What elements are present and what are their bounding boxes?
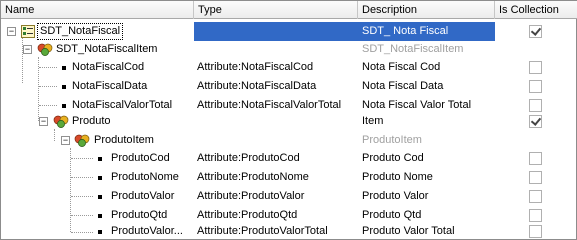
tree-row[interactable]: ProdutoCod Attribute:ProdutoCod Produto … bbox=[1, 149, 576, 168]
collapse-minus-icon[interactable]: − bbox=[7, 27, 16, 36]
group-level-icon bbox=[53, 115, 69, 128]
row-name: Produto bbox=[72, 115, 111, 127]
is-collection-checkbox[interactable] bbox=[529, 115, 542, 128]
row-description: ProdutoItem bbox=[362, 134, 422, 146]
row-type: Attribute:ProdutoValorTotal bbox=[197, 225, 328, 237]
row-description: Produto Cod bbox=[362, 152, 424, 164]
row-description: Produto Nome bbox=[362, 171, 433, 183]
is-collection-checkbox[interactable] bbox=[529, 190, 542, 203]
column-header: Name Type Description Is Collection bbox=[1, 1, 577, 19]
row-name: NotaFiscalData bbox=[72, 80, 148, 92]
row-description: SDT_NotaFiscalItem bbox=[362, 43, 464, 55]
collapse-minus-icon[interactable]: − bbox=[39, 117, 48, 126]
row-name: SDT_NotaFiscalItem bbox=[56, 43, 158, 55]
group-level-icon bbox=[37, 43, 53, 56]
bullet-icon bbox=[62, 104, 66, 108]
row-name: SDT_NotaFiscal bbox=[36, 23, 124, 40]
tree-row[interactable]: − SDT_NotaFiscal SDT_ Nota Fiscal bbox=[1, 22, 576, 41]
column-header-type[interactable]: Type bbox=[194, 1, 358, 19]
collapse-minus-icon[interactable]: − bbox=[23, 45, 32, 54]
row-name: NotaFiscalCod bbox=[72, 61, 145, 73]
row-description: Nota Fiscal Data bbox=[362, 80, 444, 92]
row-type: Attribute:ProdutoNome bbox=[197, 171, 309, 183]
row-name: ProdutoItem bbox=[94, 134, 154, 146]
is-collection-checkbox[interactable] bbox=[529, 61, 542, 74]
sdt-structure-icon bbox=[21, 25, 35, 38]
bullet-icon bbox=[98, 157, 102, 161]
bullet-icon bbox=[62, 66, 66, 70]
column-header-is-collection[interactable]: Is Collection bbox=[495, 1, 577, 19]
row-type: Attribute:ProdutoCod bbox=[197, 152, 300, 164]
bullet-icon bbox=[98, 195, 102, 199]
is-collection-checkbox[interactable] bbox=[529, 225, 542, 238]
row-name: ProdutoValor bbox=[111, 190, 175, 202]
is-collection-checkbox[interactable] bbox=[529, 152, 542, 165]
sdt-structure-grid[interactable]: Name Type Description Is Collection − SD… bbox=[0, 0, 577, 240]
tree-row[interactable]: − ProdutoItem ProdutoItem bbox=[1, 131, 576, 150]
bullet-icon bbox=[98, 176, 102, 180]
row-type bbox=[197, 112, 357, 131]
column-header-name[interactable]: Name bbox=[1, 1, 194, 19]
tree-row[interactable]: NotaFiscalCod Attribute:NotaFiscalCod No… bbox=[1, 58, 576, 77]
row-name: ProdutoValor... bbox=[111, 225, 183, 237]
row-type bbox=[197, 131, 357, 150]
row-description: Produto Valor Total bbox=[362, 225, 455, 237]
row-type bbox=[197, 22, 357, 41]
tree-row[interactable]: ProdutoValor Attribute:ProdutoValor Prod… bbox=[1, 187, 576, 206]
row-name: ProdutoNome bbox=[111, 171, 179, 183]
row-type: Attribute:NotaFiscalData bbox=[197, 80, 317, 92]
is-collection-checkbox[interactable] bbox=[529, 99, 542, 112]
tree-row[interactable]: NotaFiscalData Attribute:NotaFiscalData … bbox=[1, 77, 576, 96]
row-type bbox=[197, 40, 357, 59]
row-description: Produto Valor bbox=[362, 190, 429, 202]
is-collection-checkbox[interactable] bbox=[529, 209, 542, 222]
row-description: Item bbox=[362, 115, 384, 127]
row-description: SDT_ Nota Fiscal bbox=[362, 25, 449, 37]
row-type: Attribute:ProdutoValor bbox=[197, 190, 305, 202]
column-header-description[interactable]: Description bbox=[358, 1, 495, 19]
collapse-minus-icon[interactable]: − bbox=[61, 136, 70, 145]
row-type: Attribute:NotaFiscalCod bbox=[197, 61, 314, 73]
bullet-icon bbox=[98, 230, 102, 234]
is-collection-checkbox[interactable] bbox=[529, 171, 542, 184]
bullet-icon bbox=[62, 85, 66, 89]
is-collection-checkbox[interactable] bbox=[529, 25, 542, 38]
bullet-icon bbox=[98, 214, 102, 218]
row-description: Nota Fiscal Cod bbox=[362, 61, 441, 73]
tree-row[interactable]: ProdutoValor... Attribute:ProdutoValorTo… bbox=[1, 222, 576, 240]
row-name: ProdutoCod bbox=[111, 152, 170, 164]
group-level-icon bbox=[74, 134, 90, 147]
is-collection-checkbox[interactable] bbox=[529, 80, 542, 93]
tree-row[interactable]: ProdutoNome Attribute:ProdutoNome Produt… bbox=[1, 168, 576, 187]
tree-row[interactable]: − SDT_NotaFiscalItem SDT_NotaFiscalItem bbox=[1, 40, 576, 59]
tree-row[interactable]: − Produto Item bbox=[1, 112, 576, 131]
